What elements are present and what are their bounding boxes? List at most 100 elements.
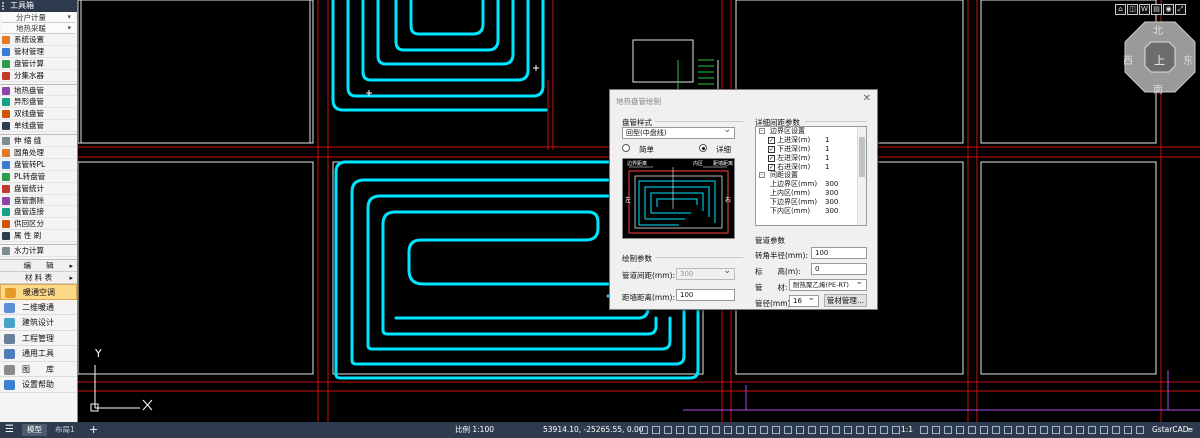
status-toggle-icon[interactable]: [712, 426, 720, 434]
status-toggle-icon[interactable]: [1112, 426, 1120, 434]
status-toggle-icon[interactable]: [688, 426, 696, 434]
status-toggle-icon[interactable]: [1100, 426, 1108, 434]
status-toggle-icon[interactable]: [772, 426, 780, 434]
status-toggle-icon[interactable]: [820, 426, 828, 434]
status-toggle-icon[interactable]: [724, 426, 732, 434]
tree-row[interactable]: - 边界区设置: [756, 127, 866, 136]
module-button[interactable]: 设置帮助: [0, 377, 77, 393]
dropdown-floor-heating[interactable]: 地热采暖: [2, 23, 75, 34]
status-toggle-icon[interactable]: [748, 426, 756, 434]
toolbox-item[interactable]: 水力计算: [0, 245, 77, 258]
diameter-select[interactable]: 16: [789, 295, 819, 307]
toolbox-item[interactable]: 盘管计算: [0, 58, 77, 70]
module-button[interactable]: 建筑设计: [0, 315, 77, 331]
status-toggle-icon[interactable]: [892, 426, 900, 434]
toolbox-item[interactable]: 系统设置: [0, 34, 77, 46]
material-management-button[interactable]: 管材管理...: [824, 294, 867, 307]
tree-row[interactable]: 上内区(mm) 300: [756, 189, 866, 198]
toolbox-item[interactable]: 盘管转PL: [0, 159, 77, 171]
status-toggle-icon[interactable]: [700, 426, 708, 434]
status-toggle-icon[interactable]: [1064, 426, 1072, 434]
mode-detail-radio[interactable]: [699, 144, 707, 152]
toolbox-group[interactable]: 编 辑: [0, 260, 77, 273]
module-button[interactable]: 暖通空调: [0, 284, 77, 300]
compass-top-face[interactable]: 上: [1154, 52, 1165, 68]
tree-value[interactable]: 1: [825, 163, 829, 172]
status-toggle-icon[interactable]: [832, 426, 840, 434]
toolbox-item[interactable]: 属 性 刷: [0, 230, 77, 243]
detail-params-tree[interactable]: - 边界区设置 ✓ 上进深(m) 1 ✓ 下进深(m) 1 ✓ 左进深(m) 1 ✓ 右进深(m) 1- 间…: [755, 126, 867, 226]
mode-simple-radio[interactable]: [622, 144, 630, 152]
toolbox-item[interactable]: 盘管统计: [0, 183, 77, 195]
status-toggle-icon[interactable]: [956, 426, 964, 434]
tree-value[interactable]: 1: [825, 145, 829, 154]
collapse-icon[interactable]: -: [759, 128, 765, 134]
annotation-scale[interactable]: 1:1: [901, 422, 913, 438]
toolbox-item[interactable]: 伸 缩 缝: [0, 135, 77, 148]
status-toggle-icon[interactable]: [1088, 426, 1096, 434]
toolbox-item[interactable]: 供回区分: [0, 218, 77, 231]
status-toggle-icon[interactable]: [640, 426, 648, 434]
status-toggle-icon[interactable]: [760, 426, 768, 434]
status-toggle-icon[interactable]: [980, 426, 988, 434]
checkbox[interactable]: ✓: [768, 145, 775, 153]
tree-row[interactable]: 下内区(mm) 300: [756, 207, 866, 216]
tree-row[interactable]: 下边界区(mm) 300: [756, 198, 866, 207]
bend-radius-input[interactable]: 100: [811, 247, 867, 259]
status-toggle-icon[interactable]: [992, 426, 1000, 434]
tree-value[interactable]: 300: [825, 180, 838, 189]
home-view-icon[interactable]: ⌂: [1115, 4, 1126, 15]
tree-scrollbar[interactable]: [857, 127, 866, 225]
material-select[interactable]: 耐热聚乙烯(PE-RT): [789, 279, 867, 291]
tree-value[interactable]: 300: [825, 198, 838, 207]
status-toggle-icon[interactable]: [796, 426, 804, 434]
toolbox-item[interactable]: 地热盘管: [0, 85, 77, 97]
tab-layout1[interactable]: 布局1: [55, 422, 75, 438]
toolbox-item[interactable]: 圆角处理: [0, 147, 77, 159]
view-fit-icon[interactable]: ⤢: [1175, 4, 1186, 15]
module-button[interactable]: 图 库: [0, 362, 77, 378]
status-toggle-icon[interactable]: [844, 426, 852, 434]
toolbox-title-bar[interactable]: 工具箱: [0, 0, 77, 12]
wall-distance-input[interactable]: 100: [676, 289, 735, 301]
tree-value[interactable]: 1: [825, 136, 829, 145]
elevation-input[interactable]: 0: [811, 263, 867, 275]
status-toggle-icon[interactable]: [1052, 426, 1060, 434]
toolbox-item[interactable]: PL转盘管: [0, 171, 77, 183]
status-toggle-icon[interactable]: [664, 426, 672, 434]
tree-value[interactable]: 300: [825, 189, 838, 198]
status-toggle-icon[interactable]: [652, 426, 660, 434]
dropdown-household-metering[interactable]: 分户计量: [2, 12, 75, 23]
status-menu-icon[interactable]: ≡: [1187, 422, 1193, 438]
view-window-icon[interactable]: ▤: [1151, 4, 1162, 15]
status-toggle-icon[interactable]: [1016, 426, 1024, 434]
scroll-thumb[interactable]: [859, 137, 865, 177]
status-toggle-icon[interactable]: [1124, 426, 1132, 434]
checkbox[interactable]: ✓: [768, 163, 775, 171]
status-toggle-icon[interactable]: [856, 426, 864, 434]
scale-display[interactable]: 比例 1:100: [455, 422, 494, 438]
toolbox-group[interactable]: 材 料 表: [0, 272, 77, 285]
status-toggle-icon[interactable]: [1004, 426, 1012, 434]
toolbox-item[interactable]: 分集水器: [0, 70, 77, 82]
tree-row[interactable]: 上边界区(mm) 300: [756, 180, 866, 189]
status-toggle-icon[interactable]: [1076, 426, 1084, 434]
status-toggle-icon[interactable]: [1028, 426, 1036, 434]
checkbox[interactable]: ✓: [768, 136, 775, 144]
checkbox[interactable]: ✓: [768, 154, 775, 162]
status-toggle-icon[interactable]: [920, 426, 928, 434]
toolbox-item[interactable]: 双线盘管: [0, 108, 77, 121]
tree-value[interactable]: 300: [825, 207, 838, 216]
view-w-button[interactable]: W: [1139, 4, 1150, 15]
status-toggle-icon[interactable]: [676, 426, 684, 434]
status-toggle-icon[interactable]: [932, 426, 940, 434]
add-tab-button[interactable]: +: [89, 422, 98, 438]
tab-model[interactable]: 模型: [22, 424, 47, 436]
module-button[interactable]: 工程管理: [0, 331, 77, 347]
status-toggle-icon[interactable]: [784, 426, 792, 434]
status-toggle-icon[interactable]: [808, 426, 816, 434]
menu-icon[interactable]: ☰: [5, 422, 14, 438]
view-cube-icon[interactable]: ◫: [1127, 4, 1138, 15]
tree-row[interactable]: ✓ 下进深(m) 1: [756, 145, 866, 154]
tree-row[interactable]: ✓ 左进深(m) 1: [756, 154, 866, 163]
